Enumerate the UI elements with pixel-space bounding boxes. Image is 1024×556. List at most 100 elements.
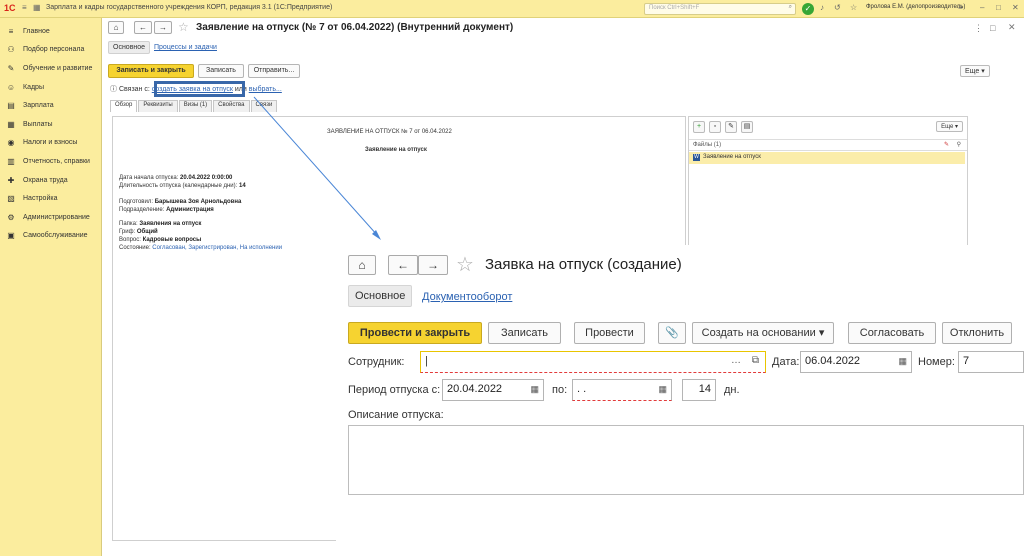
favorite-star-icon[interactable]: ☆ xyxy=(456,252,474,277)
more-icon[interactable]: ⋮ xyxy=(974,23,983,34)
preview-state: Состояние: Согласован, Зарегистрирован, … xyxy=(119,245,282,251)
sidebar-item-training[interactable]: ✎ Обучение и развитие xyxy=(0,59,101,78)
folder-label: Папка: xyxy=(119,221,138,227)
sidebar-item-selfservice[interactable]: ▣ Самообслуживание xyxy=(0,227,101,246)
ellipsis-icon[interactable]: … xyxy=(731,355,741,366)
sidebar-item-label: Подбор персонала xyxy=(23,46,85,54)
subtab-details[interactable]: Реквизиты xyxy=(138,100,178,112)
forward-button[interactable]: → xyxy=(154,21,172,34)
sidebar-item-personnel[interactable]: ☺ Кадры xyxy=(0,78,101,97)
file-row[interactable]: W Заявление на отпуск xyxy=(689,152,965,164)
star-icon[interactable]: ☆ xyxy=(850,3,857,12)
reject-button[interactable]: Отклонить xyxy=(942,322,1012,344)
scan-file-icon[interactable]: ▤ xyxy=(741,121,753,133)
back-button[interactable]: ← xyxy=(134,21,152,34)
add-file-icon[interactable]: + xyxy=(693,121,705,133)
calendar-icon[interactable]: ▦ xyxy=(898,356,907,367)
sidebar-item-admin[interactable]: ⚙ Администрирование xyxy=(0,208,101,227)
user-name[interactable]: Фролова Е.М. (делопроизводитель) xyxy=(866,4,965,10)
duration-label: Длительность отпуска (календарные дни): xyxy=(119,183,238,189)
sidebar-item-taxes[interactable]: ◉ Налоги и взносы xyxy=(0,134,101,153)
attach-button[interactable]: 📎 xyxy=(658,322,686,344)
post-close-button[interactable]: Провести и закрыть xyxy=(348,322,482,344)
home-button[interactable]: ⌂ xyxy=(108,21,124,34)
sidebar-item-label: Обучение и развитие xyxy=(23,64,93,72)
grif-label: Гриф: xyxy=(119,229,136,235)
subtab-overview[interactable]: Обзор xyxy=(110,100,138,112)
description-textarea[interactable] xyxy=(348,425,1024,495)
choose-link[interactable]: выбрать... xyxy=(249,86,282,93)
preview-subheader: Заявление на отпуск xyxy=(365,147,427,153)
back-button[interactable]: ← xyxy=(388,255,418,275)
close-icon[interactable]: ✕ xyxy=(1012,3,1019,12)
check-icon[interactable]: ✓ xyxy=(802,3,814,15)
save-button[interactable]: Записать xyxy=(488,322,561,344)
settings-menu-icon[interactable]: ≡ xyxy=(958,3,963,12)
prepared-label: Подготовил: xyxy=(119,199,154,205)
post-button[interactable]: Провести xyxy=(574,322,645,344)
preview-header: ЗАЯВЛЕНИЕ НА ОТПУСК № 7 от 06.04.2022 xyxy=(327,129,452,135)
paperclip-icon: 📎 xyxy=(665,327,679,339)
number-value: 7 xyxy=(963,355,970,367)
days-label: дн. xyxy=(724,384,740,396)
subtab-links[interactable]: Связи xyxy=(250,100,278,112)
tab-main[interactable]: Основное xyxy=(348,285,413,307)
save-close-button[interactable]: Записать и закрыть xyxy=(108,64,194,78)
favorite-star-icon[interactable]: ☆ xyxy=(178,20,189,34)
edit-file-icon[interactable]: ✎ xyxy=(725,121,737,133)
files-more-button[interactable]: Еще ▾ xyxy=(936,121,963,132)
employee-input[interactable]: | … ⧉ xyxy=(420,351,766,373)
search-input[interactable]: Поиск Ctrl+Shift+F ⌕ xyxy=(644,3,796,15)
vacation-request-dialog: ⌂ ← → ☆ Заявка на отпуск (создание) Осно… xyxy=(336,245,1024,556)
date-input[interactable]: 06.04.2022 ▦ xyxy=(800,351,912,373)
open-icon[interactable]: ⧉ xyxy=(752,355,759,366)
maximize-icon[interactable]: □ xyxy=(996,3,1001,12)
subtab-properties[interactable]: Свойства xyxy=(213,100,250,112)
days-input[interactable]: 14 xyxy=(682,379,716,401)
period-to-input[interactable]: . . ▦ xyxy=(572,379,672,401)
period-from-input[interactable]: 20.04.2022 ▦ xyxy=(442,379,544,401)
sidebar-item-label: Администрирование xyxy=(23,213,90,221)
sidebar-item-reports[interactable]: ▥ Отчетность, справки xyxy=(0,152,101,171)
tab-docflow[interactable]: Документооборот xyxy=(422,291,512,303)
payments-icon: ▦ xyxy=(7,119,15,129)
subtab-visas[interactable]: Визы (1) xyxy=(178,100,213,112)
new-file-icon[interactable]: ▫ xyxy=(709,121,721,133)
menu-icon[interactable]: ≡ xyxy=(22,3,27,12)
create-based-button[interactable]: Создать на основании ▾ xyxy=(692,322,834,344)
sidebar-item-label: Выплаты xyxy=(23,120,53,128)
close-icon[interactable]: ✕ xyxy=(1008,22,1016,33)
maximize-icon[interactable]: □ xyxy=(990,23,995,33)
sidebar-item-payments[interactable]: ▦ Выплаты xyxy=(0,115,101,134)
sidebar-item-settings[interactable]: ▧ Настройка xyxy=(0,189,101,208)
file-name: Заявление на отпуск xyxy=(703,154,761,160)
grid-icon[interactable]: ▦ xyxy=(33,3,41,12)
more-button[interactable]: Еще ▾ xyxy=(960,65,990,77)
days-value: 14 xyxy=(698,383,711,395)
tab-processes[interactable]: Процессы и задачи xyxy=(154,44,217,51)
forward-button[interactable]: → xyxy=(418,255,448,275)
calendar-icon[interactable]: ▦ xyxy=(658,384,667,395)
home-icon: ⌂ xyxy=(113,23,119,32)
home-button[interactable]: ⌂ xyxy=(348,255,376,275)
link-prefix: Связан с: xyxy=(118,86,150,93)
tab-main[interactable]: Основное xyxy=(108,41,151,54)
calendar-icon[interactable]: ▦ xyxy=(530,384,539,395)
sidebar-item-salary[interactable]: ▤ Зарплата xyxy=(0,96,101,115)
sidebar-item-main[interactable]: ≡ Главное xyxy=(0,22,101,41)
number-input[interactable]: 7 xyxy=(958,351,1024,373)
person-icon: ☺ xyxy=(6,82,16,92)
sidebar-item-safety[interactable]: ✚ Охрана труда xyxy=(0,171,101,190)
number-label: Номер: xyxy=(918,356,955,368)
sidebar-item-recruitment[interactable]: ⚇ Подбор персонала xyxy=(0,41,101,60)
files-header-label: Файлы (1) xyxy=(693,142,722,148)
bell-icon[interactable]: ♪ xyxy=(820,3,824,12)
send-button[interactable]: Отправить... xyxy=(248,64,300,78)
preview-folder: Папка: Заявления на отпуск xyxy=(119,221,201,227)
search-placeholder: Поиск Ctrl+Shift+F xyxy=(649,5,700,11)
files-header: Файлы (1) ✎ ⚲ xyxy=(689,139,967,151)
save-button[interactable]: Записать xyxy=(198,64,244,78)
approve-button[interactable]: Согласовать xyxy=(848,322,936,344)
history-icon[interactable]: ↺ xyxy=(834,3,841,12)
minimize-icon[interactable]: – xyxy=(980,3,984,12)
